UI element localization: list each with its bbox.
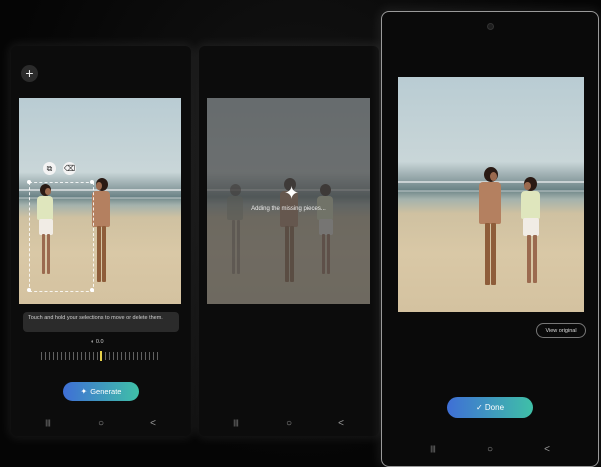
selection-handle[interactable] <box>90 180 94 184</box>
nav-bar: ||| ○ < <box>11 414 191 434</box>
photo-canvas <box>398 77 584 312</box>
nav-bar: ||| ○ < <box>382 440 598 460</box>
person-woman <box>518 177 546 302</box>
recents-button[interactable]: ||| <box>229 414 243 434</box>
front-camera <box>487 23 494 30</box>
home-button[interactable]: ○ <box>282 414 296 434</box>
phone-edit-screen: + ⧉ ⌫ Touch and hold your selections to <box>11 46 191 436</box>
home-button[interactable]: ○ <box>94 414 108 434</box>
recents-button[interactable]: ||| <box>426 440 440 460</box>
copy-icon[interactable]: ⧉ <box>43 162 56 175</box>
home-button[interactable]: ○ <box>483 440 497 460</box>
ruler-indicator <box>100 351 102 361</box>
recents-button[interactable]: ||| <box>41 414 55 434</box>
view-original-button[interactable]: View original <box>536 323 586 338</box>
loading-text: Adding the missing pieces... <box>251 206 326 212</box>
sparkle-icon: ✦ <box>284 183 300 203</box>
angle-label: ◐ 0.0 <box>91 339 104 345</box>
nav-bar: ||| ○ < <box>199 414 379 434</box>
generate-button[interactable]: ✦ Generate <box>63 382 139 401</box>
done-label: Done <box>484 403 505 412</box>
eraser-icon[interactable]: ⌫ <box>63 162 76 175</box>
phone-result-screen: View original ✓ Done ||| ○ < <box>381 11 599 467</box>
person-man <box>476 167 506 302</box>
back-button[interactable]: < <box>540 440 554 460</box>
phone-generating-screen: ✦ Adding the missing pieces... ||| ○ < <box>199 46 379 436</box>
add-button[interactable]: + <box>21 65 38 82</box>
hint-text: Touch and hold your selections to move o… <box>23 312 179 332</box>
plus-icon: + <box>25 65 34 81</box>
selection-handle[interactable] <box>90 288 94 292</box>
back-button[interactable]: < <box>334 414 348 434</box>
check-icon: ✓ <box>475 403 485 412</box>
selection-handle[interactable] <box>27 180 31 184</box>
selection-box[interactable] <box>29 182 94 292</box>
sparkle-icon: ✦ <box>80 387 88 396</box>
generate-label: Generate <box>90 387 122 396</box>
selection-handle[interactable] <box>27 288 31 292</box>
photo-canvas[interactable]: ⧉ ⌫ <box>19 98 181 304</box>
photo-canvas: ✦ Adding the missing pieces... <box>207 98 370 304</box>
angle-value: 0.0 <box>95 339 104 345</box>
back-button[interactable]: < <box>146 414 160 434</box>
done-button[interactable]: ✓ Done <box>447 397 533 418</box>
